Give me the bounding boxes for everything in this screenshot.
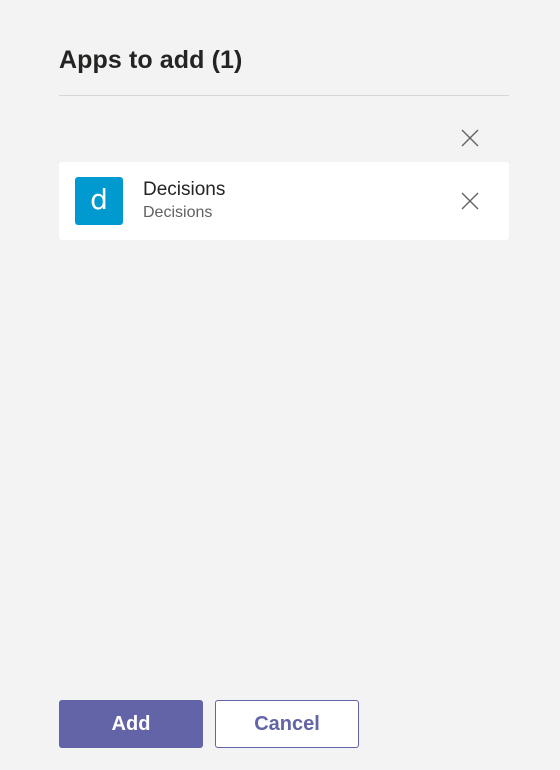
close-icon: [461, 129, 479, 147]
page-title: Apps to add (1): [59, 46, 243, 74]
title-divider: [59, 95, 509, 96]
app-subtitle: Decisions: [143, 204, 213, 221]
cancel-button[interactable]: Cancel: [215, 700, 359, 748]
remove-app-button[interactable]: [458, 189, 482, 213]
app-icon: d: [75, 177, 123, 225]
app-name: Decisions: [143, 179, 226, 200]
app-list-item: d Decisions Decisions: [59, 162, 509, 240]
add-button[interactable]: Add: [59, 700, 203, 748]
close-icon: [461, 192, 479, 210]
clear-all-button[interactable]: [458, 126, 482, 150]
